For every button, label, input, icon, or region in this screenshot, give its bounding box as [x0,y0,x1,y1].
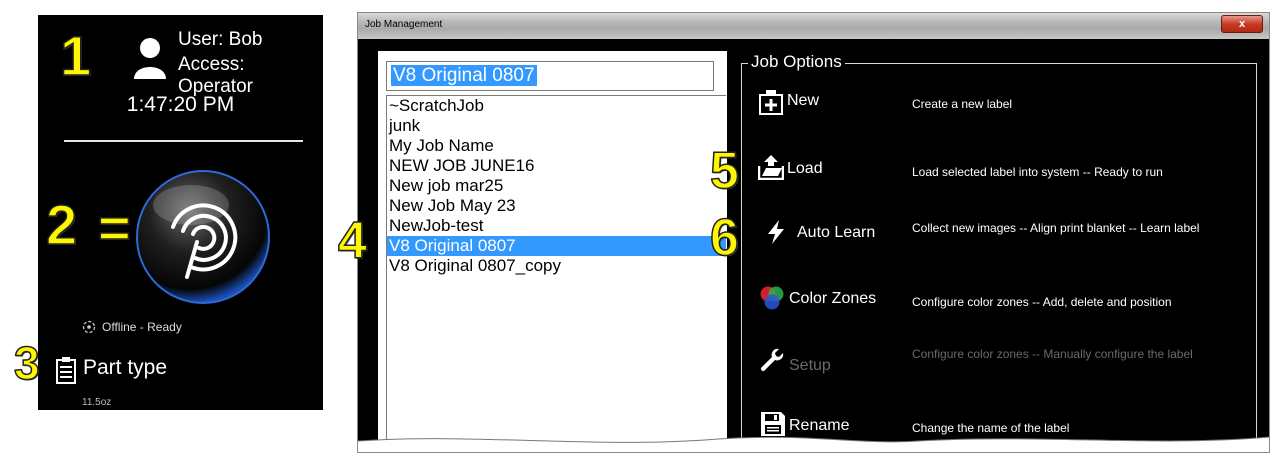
connection-status: Offline - Ready [82,320,182,334]
part-type-value: 11.5oz [82,397,112,408]
access-level: Access: Operator [178,54,253,97]
color-circles-icon[interactable] [759,285,785,311]
job-list-item[interactable]: New job mar25 [387,176,726,196]
callout-4: 4 [337,212,367,270]
offline-status-icon [82,320,96,334]
title-bar[interactable]: Job Management x [358,13,1269,39]
job-list-item[interactable]: New Job May 23 [387,196,726,216]
torn-edge [358,436,1269,452]
status-text: Offline - Ready [102,320,182,334]
setup-button[interactable]: Setup [789,357,831,375]
job-list-item[interactable]: ~ScratchJob [387,96,726,116]
window-title: Job Management [365,19,443,30]
part-type-label: Part type [83,356,168,379]
job-name-input[interactable]: V8 Original 0807 [386,61,714,91]
color-zones-button[interactable]: Color Zones [789,290,876,308]
load-button[interactable]: Load [787,160,823,178]
job-name-input-value: V8 Original 0807 [391,65,537,86]
job-list-item[interactable]: My Job Name [387,136,726,156]
setup-description: Configure color zones -- Manually config… [912,347,1193,361]
part-type-icon [56,357,76,384]
user-name: User: Bob [178,29,263,50]
new-button[interactable]: New [787,92,819,110]
job-management-window: Job Management x V8 Original 0807 ~Scrat… [357,12,1270,453]
job-list-item[interactable]: NEW JOB JUNE16 [387,156,726,176]
divider [64,140,303,142]
job-options-legend: Job Options [748,52,845,72]
callout-equals: = [97,196,131,259]
job-list[interactable]: ~ScratchJob junk My Job Name NEW JOB JUNE16… [386,95,726,452]
clock: 1:47:20 PM [126,93,235,116]
job-list-item[interactable]: V8 Original 0807_copy [387,256,726,276]
new-label-icon[interactable] [758,89,784,115]
user-icon [134,38,166,79]
job-list-item[interactable]: NewJob-test [387,216,726,236]
load-icon[interactable] [758,154,784,180]
lightning-icon[interactable] [764,219,790,245]
auto-learn-button[interactable]: Auto Learn [797,224,875,242]
callout-3: 3 [13,337,40,389]
job-list-panel: V8 Original 0807 ~ScratchJob junk My Job N… [378,51,727,452]
job-list-item[interactable]: V8 Original 0807 [387,236,726,256]
auto-learn-description: Collect new images -- Align print blanke… [912,221,1200,235]
callout-6: 6 [709,209,739,267]
load-description: Load selected label into system -- Ready… [912,165,1163,179]
close-button[interactable]: x [1221,15,1263,33]
color-zones-description: Configure color zones -- Add, delete and… [912,295,1172,309]
system-status-orb-icon[interactable] [133,167,273,307]
job-options-group: Job Options New Create a new label Load … [741,52,1257,452]
callout-1: 1 [59,24,92,87]
callout-5: 5 [709,142,739,200]
callout-2: 2 [45,193,78,256]
new-description: Create a new label [912,97,1013,111]
wrench-icon[interactable] [759,348,785,374]
job-list-item[interactable]: junk [387,116,726,136]
